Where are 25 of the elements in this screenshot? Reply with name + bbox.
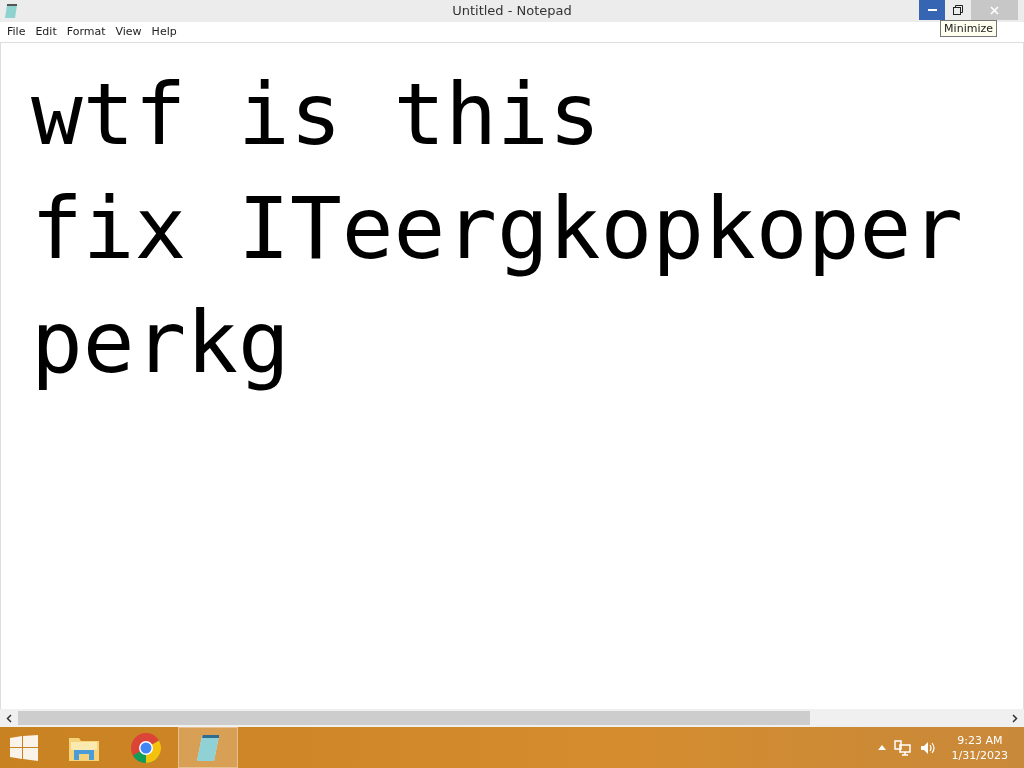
network-icon[interactable]: [893, 739, 912, 756]
menu-item[interactable]: File: [2, 22, 31, 42]
tooltip: Minimize: [940, 20, 997, 37]
menu-item[interactable]: Format: [61, 22, 111, 42]
minimize-button[interactable]: [919, 0, 945, 20]
chrome-icon: [130, 731, 162, 764]
document-text: perkg: [31, 291, 290, 394]
taskbar-app[interactable]: [178, 727, 238, 768]
document-text: wtf is this: [31, 63, 601, 166]
window-title: Untitled - Notepad: [452, 3, 572, 18]
clock-time: 9:23 AM: [957, 732, 1003, 748]
document-text: fix ITeergkopkoper: [31, 177, 963, 280]
close-icon: [990, 5, 999, 15]
scrollbar-thumb[interactable]: [18, 711, 810, 725]
minimize-icon: [927, 8, 937, 12]
menu-item[interactable]: View: [110, 22, 147, 42]
notepad-icon: [194, 732, 222, 763]
notepad-icon: [4, 3, 18, 19]
menu-item[interactable]: Help: [146, 22, 182, 42]
volume-icon[interactable]: [919, 740, 936, 755]
caret-up-icon[interactable]: [877, 745, 886, 750]
menu-item[interactable]: Edit: [30, 22, 62, 42]
clock-date: 1/31/2023: [951, 747, 1008, 763]
restore-icon: [953, 5, 963, 15]
windows-logo-icon[interactable]: [10, 734, 38, 761]
